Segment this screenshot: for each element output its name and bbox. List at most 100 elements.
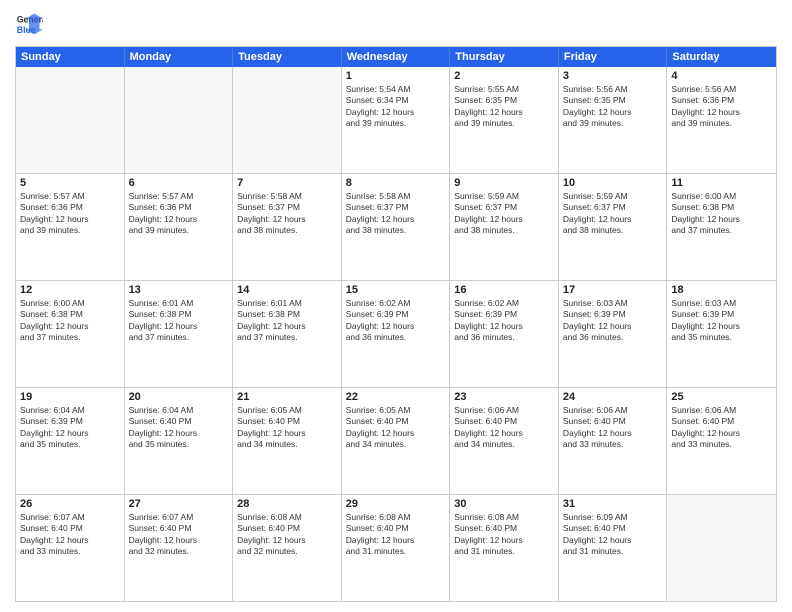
day-info: Sunrise: 6:01 AM Sunset: 6:38 PM Dayligh…	[237, 298, 337, 344]
day-number: 29	[346, 498, 446, 510]
day-number: 26	[20, 498, 120, 510]
calendar: SundayMondayTuesdayWednesdayThursdayFrid…	[15, 46, 777, 602]
calendar-cell: 26 Sunrise: 6:07 AM Sunset: 6:40 PM Dayli…	[16, 495, 125, 601]
calendar-cell: 12 Sunrise: 6:00 AM Sunset: 6:38 PM Dayli…	[16, 281, 125, 387]
calendar-cell: 2 Sunrise: 5:55 AM Sunset: 6:35 PM Daylig…	[450, 67, 559, 173]
day-number: 20	[129, 391, 229, 403]
day-number: 13	[129, 284, 229, 296]
weekday-header-friday: Friday	[559, 47, 668, 67]
weekday-header-wednesday: Wednesday	[342, 47, 451, 67]
calendar-row: 5 Sunrise: 5:57 AM Sunset: 6:36 PM Daylig…	[16, 173, 776, 280]
calendar-cell: 13 Sunrise: 6:01 AM Sunset: 6:38 PM Dayli…	[125, 281, 234, 387]
day-info: Sunrise: 6:00 AM Sunset: 6:38 PM Dayligh…	[671, 191, 772, 237]
day-info: Sunrise: 6:00 AM Sunset: 6:38 PM Dayligh…	[20, 298, 120, 344]
calendar-cell: 8Sunrise: 5:58 AM Sunset: 6:37 PM Daylig…	[342, 174, 451, 280]
calendar-cell: 3 Sunrise: 5:56 AM Sunset: 6:35 PM Daylig…	[559, 67, 668, 173]
day-info: Sunrise: 6:06 AM Sunset: 6:40 PM Dayligh…	[454, 405, 554, 451]
day-number: 11	[671, 177, 772, 189]
weekday-header-thursday: Thursday	[450, 47, 559, 67]
day-number: 23	[454, 391, 554, 403]
calendar-row: 1 Sunrise: 5:54 AM Sunset: 6:34 PM Daylig…	[16, 67, 776, 173]
logo-icon: General Blue	[15, 10, 43, 38]
day-info: Sunrise: 5:58 AM Sunset: 6:37 PM Dayligh…	[346, 191, 446, 237]
calendar-cell: 22 Sunrise: 6:05 AM Sunset: 6:40 PM Dayli…	[342, 388, 451, 494]
calendar-row: 19 Sunrise: 6:04 AM Sunset: 6:39 PM Dayli…	[16, 387, 776, 494]
calendar-row: 12 Sunrise: 6:00 AM Sunset: 6:38 PM Dayli…	[16, 280, 776, 387]
calendar-header: SundayMondayTuesdayWednesdayThursdayFrid…	[16, 47, 776, 67]
day-info: Sunrise: 6:08 AM Sunset: 6:40 PM Dayligh…	[454, 512, 554, 558]
day-info: Sunrise: 6:08 AM Sunset: 6:40 PM Dayligh…	[346, 512, 446, 558]
day-number: 30	[454, 498, 554, 510]
day-number: 24	[563, 391, 663, 403]
calendar-cell: 29 Sunrise: 6:08 AM Sunset: 6:40 PM Dayli…	[342, 495, 451, 601]
calendar-cell: 10Sunrise: 5:59 AM Sunset: 6:37 PM Dayli…	[559, 174, 668, 280]
day-number: 28	[237, 498, 337, 510]
day-info: Sunrise: 6:03 AM Sunset: 6:39 PM Dayligh…	[563, 298, 663, 344]
calendar-row: 26 Sunrise: 6:07 AM Sunset: 6:40 PM Dayli…	[16, 494, 776, 601]
calendar-cell: 20Sunrise: 6:04 AM Sunset: 6:40 PM Dayli…	[125, 388, 234, 494]
day-number: 6	[129, 177, 229, 189]
calendar-cell	[233, 67, 342, 173]
calendar-cell: 11 Sunrise: 6:00 AM Sunset: 6:38 PM Dayli…	[667, 174, 776, 280]
calendar-cell: 18 Sunrise: 6:03 AM Sunset: 6:39 PM Dayli…	[667, 281, 776, 387]
calendar-cell	[16, 67, 125, 173]
day-number: 31	[563, 498, 663, 510]
day-number: 18	[671, 284, 772, 296]
calendar-cell: 25Sunrise: 6:06 AM Sunset: 6:40 PM Dayli…	[667, 388, 776, 494]
day-info: Sunrise: 5:59 AM Sunset: 6:37 PM Dayligh…	[454, 191, 554, 237]
day-number: 27	[129, 498, 229, 510]
calendar-cell: 7 Sunrise: 5:58 AM Sunset: 6:37 PM Daylig…	[233, 174, 342, 280]
day-number: 12	[20, 284, 120, 296]
day-number: 7	[237, 177, 337, 189]
weekday-header-saturday: Saturday	[667, 47, 776, 67]
page: General Blue SundayMondayTuesdayWednesda…	[0, 0, 792, 612]
day-info: Sunrise: 6:05 AM Sunset: 6:40 PM Dayligh…	[237, 405, 337, 451]
day-info: Sunrise: 6:05 AM Sunset: 6:40 PM Dayligh…	[346, 405, 446, 451]
day-info: Sunrise: 6:02 AM Sunset: 6:39 PM Dayligh…	[454, 298, 554, 344]
day-info: Sunrise: 6:06 AM Sunset: 6:40 PM Dayligh…	[563, 405, 663, 451]
day-number: 1	[346, 70, 446, 82]
day-info: Sunrise: 6:02 AM Sunset: 6:39 PM Dayligh…	[346, 298, 446, 344]
day-info: Sunrise: 5:58 AM Sunset: 6:37 PM Dayligh…	[237, 191, 337, 237]
day-number: 19	[20, 391, 120, 403]
day-number: 3	[563, 70, 663, 82]
day-info: Sunrise: 6:09 AM Sunset: 6:40 PM Dayligh…	[563, 512, 663, 558]
day-info: Sunrise: 6:07 AM Sunset: 6:40 PM Dayligh…	[20, 512, 120, 558]
day-number: 21	[237, 391, 337, 403]
day-info: Sunrise: 6:08 AM Sunset: 6:40 PM Dayligh…	[237, 512, 337, 558]
day-number: 5	[20, 177, 120, 189]
weekday-header-tuesday: Tuesday	[233, 47, 342, 67]
calendar-cell: 30 Sunrise: 6:08 AM Sunset: 6:40 PM Dayli…	[450, 495, 559, 601]
calendar-cell: 15 Sunrise: 6:02 AM Sunset: 6:39 PM Dayli…	[342, 281, 451, 387]
day-info: Sunrise: 6:06 AM Sunset: 6:40 PM Dayligh…	[671, 405, 772, 451]
day-number: 22	[346, 391, 446, 403]
logo: General Blue	[15, 10, 43, 38]
day-info: Sunrise: 6:07 AM Sunset: 6:40 PM Dayligh…	[129, 512, 229, 558]
calendar-cell: 4Sunrise: 5:56 AM Sunset: 6:36 PM Daylig…	[667, 67, 776, 173]
calendar-cell	[667, 495, 776, 601]
day-info: Sunrise: 5:55 AM Sunset: 6:35 PM Dayligh…	[454, 84, 554, 130]
calendar-body: 1 Sunrise: 5:54 AM Sunset: 6:34 PM Daylig…	[16, 67, 776, 601]
day-info: Sunrise: 6:03 AM Sunset: 6:39 PM Dayligh…	[671, 298, 772, 344]
calendar-cell: 1 Sunrise: 5:54 AM Sunset: 6:34 PM Daylig…	[342, 67, 451, 173]
day-info: Sunrise: 5:56 AM Sunset: 6:35 PM Dayligh…	[563, 84, 663, 130]
day-info: Sunrise: 5:54 AM Sunset: 6:34 PM Dayligh…	[346, 84, 446, 130]
calendar-cell: 19 Sunrise: 6:04 AM Sunset: 6:39 PM Dayli…	[16, 388, 125, 494]
day-info: Sunrise: 5:57 AM Sunset: 6:36 PM Dayligh…	[129, 191, 229, 237]
day-info: Sunrise: 6:04 AM Sunset: 6:39 PM Dayligh…	[20, 405, 120, 451]
day-info: Sunrise: 6:01 AM Sunset: 6:38 PM Dayligh…	[129, 298, 229, 344]
calendar-cell: 21 Sunrise: 6:05 AM Sunset: 6:40 PM Dayli…	[233, 388, 342, 494]
day-info: Sunrise: 5:56 AM Sunset: 6:36 PM Dayligh…	[671, 84, 772, 130]
day-number: 9	[454, 177, 554, 189]
calendar-cell: 17 Sunrise: 6:03 AM Sunset: 6:39 PM Dayli…	[559, 281, 668, 387]
weekday-header-monday: Monday	[125, 47, 234, 67]
day-number: 2	[454, 70, 554, 82]
calendar-cell: 6 Sunrise: 5:57 AM Sunset: 6:36 PM Daylig…	[125, 174, 234, 280]
day-info: Sunrise: 5:57 AM Sunset: 6:36 PM Dayligh…	[20, 191, 120, 237]
header: General Blue	[15, 10, 777, 38]
day-number: 17	[563, 284, 663, 296]
calendar-cell	[125, 67, 234, 173]
calendar-cell: 23 Sunrise: 6:06 AM Sunset: 6:40 PM Dayli…	[450, 388, 559, 494]
calendar-cell: 27 Sunrise: 6:07 AM Sunset: 6:40 PM Dayli…	[125, 495, 234, 601]
day-number: 15	[346, 284, 446, 296]
